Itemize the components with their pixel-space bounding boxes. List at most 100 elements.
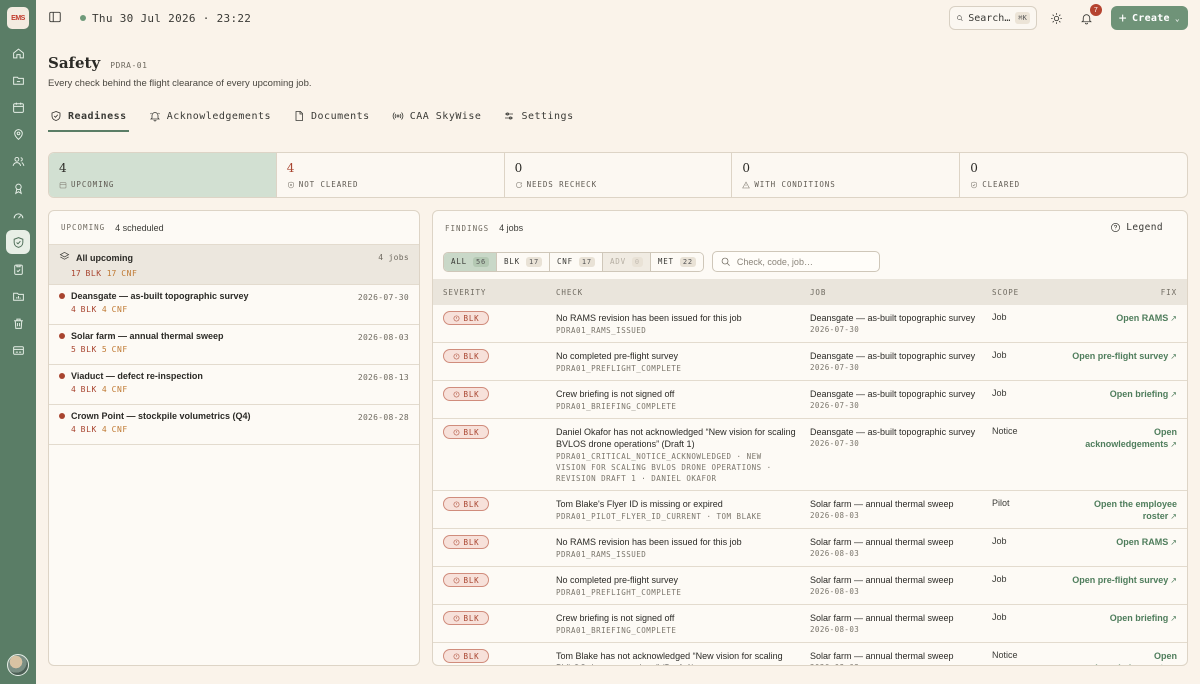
blk-count: 17 [71, 269, 81, 278]
filter-met[interactable]: MET 22 [650, 252, 703, 271]
fix-link[interactable]: Open pre-flight survey ↗ [1067, 574, 1177, 587]
findings-search-input[interactable] [736, 256, 867, 267]
filter-all[interactable]: ALL 56 [444, 252, 497, 271]
panel-title: FINDINGS [445, 223, 490, 233]
kpi-needs-recheck[interactable]: 0 NEEDS RECHECK [505, 153, 733, 197]
fix-link[interactable]: Open pre-flight survey ↗ [1067, 350, 1177, 363]
nav-award-icon[interactable] [6, 176, 30, 200]
nav-gauge-icon[interactable] [6, 203, 30, 227]
tab-acknowledgements[interactable]: Acknowledgements [147, 106, 273, 126]
table-row[interactable]: BLK No completed pre-flight survey PDRA01… [433, 567, 1187, 605]
job-list-item[interactable]: Deansgate — as-built topographic survey … [49, 285, 419, 325]
fix-link[interactable]: Open acknowledgements↗ [1067, 426, 1177, 451]
nav-folder-icon[interactable] [6, 68, 30, 92]
tab-documents[interactable]: Documents [291, 106, 372, 126]
user-avatar[interactable] [7, 654, 29, 676]
table-row[interactable]: BLK No RAMS revision has been issued for… [433, 529, 1187, 567]
job-name: Viaduct — defect re-inspection [71, 371, 203, 381]
table-row[interactable]: BLK Tom Blake has not acknowledged “New … [433, 643, 1187, 665]
search-button[interactable]: Search… ⌘K [948, 6, 1037, 30]
readiness-summary: 4 UPCOMING 4 NOT CLEARED 0 NEEDS RECHECK… [48, 152, 1188, 198]
fix-label: Open pre-flight survey [1072, 575, 1169, 585]
cnf-count: 4 [101, 305, 107, 314]
arrow-up-right-icon: ↗ [1170, 512, 1177, 521]
check-title: No completed pre-flight survey [556, 351, 679, 361]
nav-trash-icon[interactable] [6, 311, 30, 335]
nav-clipboard-check-icon[interactable] [6, 257, 30, 281]
column-header-check[interactable]: CHECK [556, 288, 583, 297]
nav-map-pin-icon[interactable] [6, 122, 30, 146]
block-icon [453, 315, 459, 321]
job-list-item[interactable]: Viaduct — defect re-inspection 2026-08-1… [49, 365, 419, 405]
fix-link[interactable]: Open the employee roster ↗ [1067, 498, 1177, 523]
job-list-item[interactable]: Crown Point — stockpile volumetrics (Q4)… [49, 405, 419, 445]
findings-search[interactable] [711, 251, 880, 272]
tab-readiness[interactable]: Readiness [48, 106, 129, 132]
findings-table-header: SEVERITY CHECK JOB SCOPE FIX [433, 279, 1187, 305]
arrow-up-right-icon: ↗ [1170, 352, 1177, 361]
fix-link[interactable]: Open briefing ↗ [1067, 388, 1177, 401]
theme-toggle-button[interactable] [1047, 8, 1067, 28]
legend-button[interactable]: Legend [1110, 222, 1163, 233]
blk-count: 4 [71, 385, 76, 394]
filter-label: CNF [556, 257, 573, 266]
kpi-upcoming[interactable]: 4 UPCOMING [49, 153, 277, 197]
app-logo[interactable]: EMS [7, 7, 29, 29]
notifications-button[interactable]: 7 [1077, 4, 1102, 28]
job-name: Solar farm — annual thermal sweep [71, 331, 224, 341]
nav-users-icon[interactable] [6, 149, 30, 173]
status-dot [59, 333, 65, 339]
fix-label: Open briefing [1109, 613, 1169, 623]
job-date: 2026-07-30 [357, 293, 409, 302]
status-dot [80, 15, 86, 21]
findings-panel: FINDINGS 4 jobs Legend ALL 56 BLK 17 CNF 17… [432, 210, 1188, 666]
fix-link[interactable]: Open briefing ↗ [1067, 612, 1177, 625]
filter-blk[interactable]: BLK 17 [496, 252, 550, 271]
page-title: Safety [48, 54, 101, 72]
blk-label: BLK [80, 385, 97, 394]
table-row[interactable]: BLK No RAMS revision has been issued for… [433, 305, 1187, 343]
severity-label: BLK [463, 351, 480, 361]
column-header-job[interactable]: JOB [810, 288, 826, 297]
tab-settings[interactable]: Settings [501, 106, 575, 126]
kpi-not-cleared[interactable]: 4 NOT CLEARED [277, 153, 505, 197]
column-header-severity[interactable]: SEVERITY [443, 288, 486, 297]
tab-caa-skywise[interactable]: CAA SkyWise [390, 106, 484, 126]
job-date: 2026-08-03 [810, 625, 860, 634]
filter-adv[interactable]: ADV 0 [602, 252, 651, 271]
calendar-icon [59, 181, 67, 188]
severity-label: BLK [463, 427, 480, 437]
nav-folder-chart-icon[interactable] [6, 284, 30, 308]
job-date: 2026-07-30 [810, 401, 860, 410]
table-row[interactable]: BLK Tom Blake's Flyer ID is missing or e… [433, 491, 1187, 529]
table-row[interactable]: BLK Daniel Okafor has not acknowledged “… [433, 419, 1187, 491]
job-date: 2026-07-30 [810, 439, 860, 448]
kpi-with-conditions[interactable]: 0 WITH CONDITIONS [732, 153, 961, 197]
fix-link[interactable]: Open acknowledgements↗ [1067, 650, 1177, 665]
kpi-value: 0 [970, 161, 978, 175]
arrow-up-right-icon: ↗ [1170, 440, 1177, 449]
job-list-item[interactable]: Solar farm — annual thermal sweep 2026-0… [49, 325, 419, 365]
table-row[interactable]: BLK No completed pre-flight survey PDRA01… [433, 343, 1187, 381]
table-row[interactable]: BLK Crew briefing is not signed off PDRA0… [433, 605, 1187, 643]
nav-shield-check-icon[interactable] [6, 230, 30, 254]
fix-link[interactable]: Open RAMS ↗ [1067, 312, 1177, 325]
page-subtitle: Every check behind the flight clearance … [48, 78, 312, 89]
nav-home-icon[interactable] [6, 41, 30, 65]
job-list-item-all[interactable]: All upcoming 4 jobs 17 BLK 17 CNF [49, 245, 419, 285]
sidebar-toggle-icon[interactable] [48, 10, 64, 26]
nav-cards-icon[interactable] [6, 338, 30, 362]
fix-link[interactable]: Open RAMS ↗ [1067, 536, 1177, 549]
job-date: 2026-07-30 [810, 325, 860, 334]
job-title: Solar farm — annual thermal sweep [810, 537, 954, 547]
create-button[interactable]: + Create ⌄ [1110, 6, 1188, 30]
filter-count: 0 [631, 256, 643, 267]
column-header-scope[interactable]: SCOPE [992, 288, 1019, 297]
nav-calendar-icon[interactable] [6, 95, 30, 119]
table-row[interactable]: BLK Crew briefing is not signed off PDRA0… [433, 381, 1187, 419]
filter-cnf[interactable]: CNF 17 [549, 252, 603, 271]
kpi-cleared[interactable]: 0 CLEARED [960, 153, 1187, 197]
filter-count: 22 [679, 256, 696, 267]
job-title: Solar farm — annual thermal sweep [810, 613, 954, 623]
arrow-up-right-icon: ↗ [1170, 614, 1177, 623]
